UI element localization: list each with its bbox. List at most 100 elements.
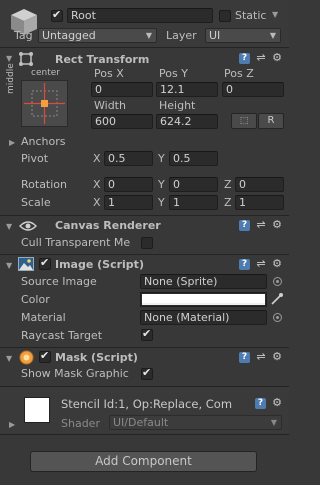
pivot-x-field[interactable]: 0.5 [104,151,153,166]
scale-z-label: Z [224,196,232,209]
rotation-x-label: X [93,178,101,191]
chevron-down-icon: ▼ [270,418,277,427]
preset-icon[interactable]: ⇌ [255,219,267,231]
help-icon[interactable]: ? [239,352,250,363]
width-label: Width [94,99,126,112]
color-swatch [142,294,265,303]
rect-transform-title: Rect Transform [55,53,150,66]
foldout-arrow-icon[interactable]: ▼ [6,54,12,63]
preset-icon[interactable]: ⇌ [255,258,267,270]
rotation-z-field[interactable]: 0 [235,177,284,192]
anchors-label[interactable]: Anchors [21,135,66,148]
pos-z-field[interactable]: 0 [222,82,284,97]
gear-icon[interactable]: ⚙ [271,258,283,270]
pos-z-label: Pos Z [224,67,254,80]
mask-component-icon [19,350,34,365]
object-name-field[interactable]: Root [67,8,213,23]
mask-enabled-toggle[interactable] [39,349,51,363]
anchor-horizontal-label: center [31,68,60,78]
foldout-arrow-icon[interactable]: ▼ [6,354,12,363]
material-field[interactable]: None (Material) [140,310,267,325]
color-field[interactable] [140,292,267,307]
gear-icon[interactable]: ⚙ [271,52,283,64]
pos-y-label: Pos Y [159,67,188,80]
divider [0,347,289,348]
chevron-down-icon: ▼ [269,31,276,40]
pivot-x-label: X [93,152,101,165]
tag-value: Untagged [42,29,96,42]
divider [0,434,289,435]
rotation-y-field[interactable]: 0 [169,177,218,192]
foldout-arrow-icon[interactable]: ▶ [9,138,15,147]
image-enabled-toggle[interactable] [39,256,51,270]
material-label: Material [21,311,66,324]
anchor-preset-icon[interactable] [21,80,68,127]
eye-icon [19,221,37,231]
rect-transform-icon [19,52,33,66]
image-component-icon [18,257,34,271]
pos-y-field[interactable]: 12.1 [156,82,218,97]
pivot-label: Pivot [21,152,49,165]
help-icon[interactable]: ? [239,220,250,231]
height-field[interactable]: 624.2 [156,114,218,129]
preset-icon[interactable]: ⇌ [255,52,267,64]
layer-value: UI [209,29,221,42]
anchor-vertical-label: middle [6,63,16,94]
raycast-target-toggle[interactable] [141,327,153,341]
preset-icon[interactable]: ⇌ [255,351,267,363]
raycast-target-label: Raycast Target [21,329,103,342]
scale-y-label: Y [158,196,165,209]
color-label: Color [21,293,50,306]
layer-label: Layer [166,29,197,42]
rotation-y-label: Y [158,178,165,191]
source-image-label: Source Image [21,275,97,288]
gear-icon[interactable]: ⚙ [271,351,283,363]
gear-icon[interactable]: ⚙ [271,397,283,409]
pos-x-field[interactable]: 0 [91,82,153,97]
blueprint-mode-button[interactable]: ⬚ [231,113,257,129]
cull-transparent-toggle[interactable] [141,237,153,249]
divider [0,47,289,48]
help-icon[interactable]: ? [239,259,250,270]
show-mask-graphic-toggle[interactable] [141,366,153,380]
layer-dropdown[interactable]: UI ▼ [205,28,281,43]
source-image-field[interactable]: None (Sprite) [140,274,267,289]
raw-edit-button[interactable]: R [258,113,284,129]
static-toggle[interactable] [219,10,231,22]
foldout-arrow-icon[interactable]: ▶ [9,420,15,429]
rotation-label: Rotation [21,178,68,191]
rotation-z-label: Z [224,178,232,191]
shader-dropdown[interactable]: UI/Default ▼ [109,415,282,430]
material-title: Stencil Id:1, Op:Replace, Com [61,397,233,411]
scale-y-field[interactable]: 1 [169,195,218,210]
pivot-y-field[interactable]: 0.5 [169,151,218,166]
divider [0,215,289,216]
rotation-x-field[interactable]: 0 [104,177,153,192]
material-preview-swatch [24,397,50,423]
static-label: Static [235,9,267,22]
chevron-down-icon: ▼ [145,31,152,40]
help-icon[interactable]: ? [239,53,250,64]
static-dropdown-icon[interactable]: ▼ [272,10,278,19]
object-picker-icon[interactable] [273,313,282,322]
foldout-arrow-icon[interactable]: ▼ [6,261,12,270]
mask-title: Mask (Script) [55,351,138,364]
tag-label: Tag [14,29,33,42]
canvas-renderer-title: Canvas Renderer [55,219,161,232]
help-icon[interactable]: ? [255,398,266,409]
scale-label: Scale [21,196,51,209]
object-picker-icon[interactable] [273,277,282,286]
height-label: Height [159,99,196,112]
active-toggle[interactable] [51,8,63,22]
gear-icon[interactable]: ⚙ [271,219,283,231]
eyedropper-icon[interactable] [270,292,284,306]
image-title: Image (Script) [55,258,144,271]
foldout-arrow-icon[interactable]: ▼ [6,222,12,231]
add-component-button[interactable]: Add Component [30,451,257,472]
scale-z-field[interactable]: 1 [235,195,284,210]
tag-dropdown[interactable]: Untagged ▼ [38,28,157,43]
width-field[interactable]: 600 [91,114,153,129]
scale-x-field[interactable]: 1 [104,195,153,210]
shader-label: Shader [61,417,100,430]
divider [0,254,289,255]
